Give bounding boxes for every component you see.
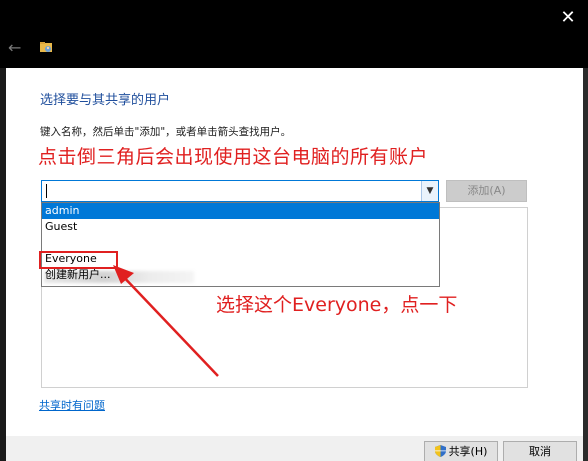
dropdown-item-hidden-user[interactable] — [42, 235, 439, 283]
back-arrow-icon[interactable]: ← — [8, 38, 28, 58]
user-dropdown-list[interactable]: admin Guest Everyone 创建新用户... — [41, 202, 440, 287]
cancel-button[interactable]: 取消 — [503, 441, 577, 461]
annotation-bottom: 选择这个Everyone，点一下 — [216, 294, 458, 316]
dropdown-item-create-user[interactable]: 创建新用户... — [42, 267, 439, 283]
dialog-footer: 共享(H) 取消 — [6, 436, 583, 461]
screen: ✕ ← 选择要与其共享的用户 键入名称，然后单击"添加"，或者单击箭头查找用户。… — [0, 0, 588, 461]
text-caret — [46, 184, 47, 198]
add-button[interactable]: 添加(A) — [446, 180, 527, 202]
dropdown-item-guest[interactable]: Guest — [42, 219, 439, 235]
share-button[interactable]: 共享(H) — [424, 441, 498, 461]
user-combo-input[interactable]: ▼ — [41, 180, 439, 202]
sharing-problem-link[interactable]: 共享时有问题 — [39, 397, 105, 413]
dialog-heading: 选择要与其共享的用户 — [40, 93, 171, 108]
shield-icon — [434, 445, 446, 457]
folder-icon — [40, 42, 52, 52]
share-dialog: 选择要与其共享的用户 键入名称，然后单击"添加"，或者单击箭头查找用户。 点击倒… — [6, 68, 583, 461]
title-bar: ✕ ← — [0, 0, 588, 68]
dropdown-item-admin[interactable]: admin — [42, 203, 439, 219]
everyone-highlight-box — [39, 251, 118, 269]
instruction-text: 键入名称，然后单击"添加"，或者单击箭头查找用户。 — [40, 126, 292, 138]
window-edge — [583, 68, 588, 461]
chevron-down-icon[interactable]: ▼ — [421, 181, 438, 201]
share-button-label: 共享(H) — [448, 445, 488, 458]
close-icon[interactable]: ✕ — [554, 4, 582, 32]
annotation-top: 点击倒三角后会出现使用这台电脑的所有账户 — [38, 146, 429, 168]
